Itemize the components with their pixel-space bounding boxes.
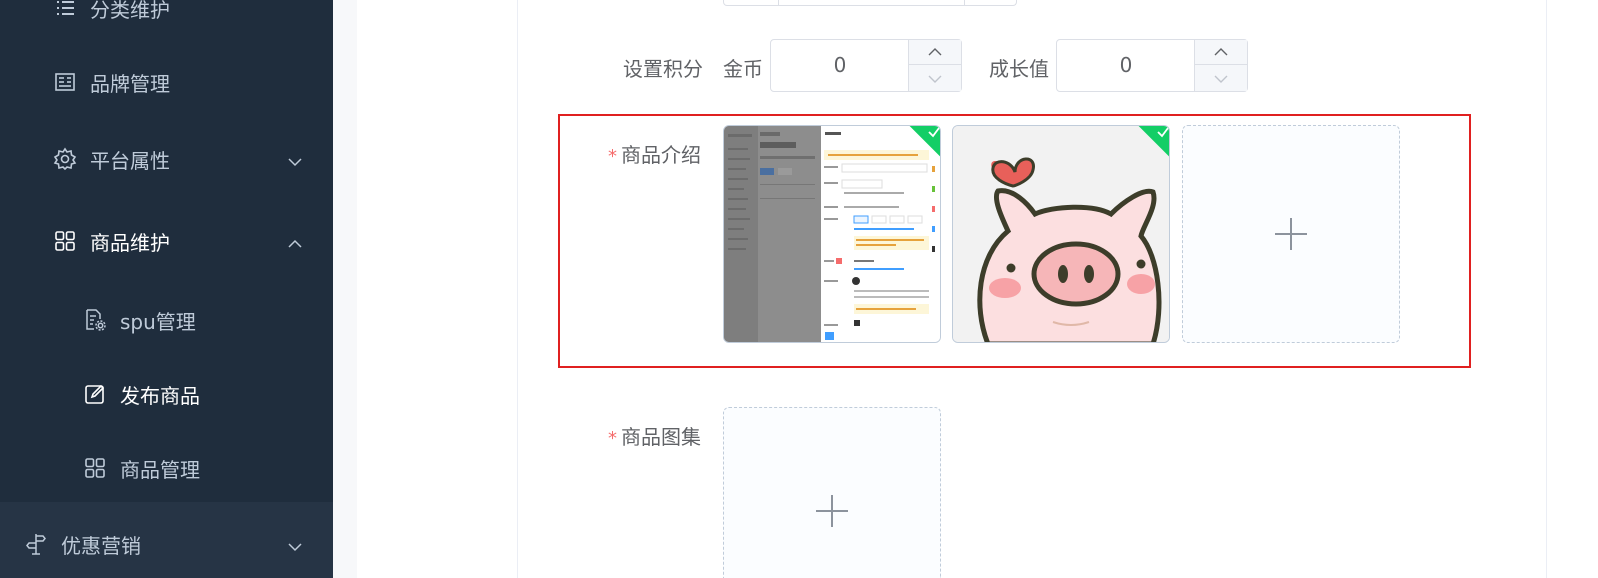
sidebar-item-spu[interactable]: spu管理	[0, 292, 333, 348]
gear-icon	[53, 147, 77, 171]
sidebar: 分类维护 品牌管理 平台属性 商品维护 spu管理 发布商品 商品管理 优惠营销	[0, 0, 333, 578]
edit-icon	[83, 382, 107, 406]
decrease-button[interactable]	[909, 66, 961, 91]
sidebar-item-label: 平台属性	[90, 148, 170, 173]
grid-icon	[53, 229, 77, 253]
doc-gear-icon	[83, 308, 107, 332]
uploaded-image-thumbnail[interactable]	[723, 125, 941, 343]
chevron-down-icon	[287, 151, 303, 167]
sidebar-item-platform-attr[interactable]: 平台属性	[0, 131, 333, 187]
sidebar-item-product-manage[interactable]: 商品管理	[0, 440, 333, 496]
increase-button[interactable]	[1195, 40, 1247, 65]
screenshot-image	[724, 126, 940, 342]
coin-value: 0	[833, 53, 847, 77]
intro-label: * 商品介绍	[608, 139, 701, 168]
sidebar-item-brand[interactable]: 品牌管理	[0, 54, 333, 110]
growth-value: 0	[1119, 53, 1133, 77]
gallery-label-text: 商品图集	[621, 425, 701, 449]
divider	[778, 0, 779, 6]
sidebar-item-label: 商品维护	[90, 230, 170, 255]
sidebar-item-publish[interactable]: 发布商品	[0, 366, 333, 422]
grid-icon	[83, 456, 107, 480]
sidebar-item-label: spu管理	[120, 309, 196, 334]
chevron-down-icon	[928, 75, 942, 83]
growth-input[interactable]: 0	[1056, 39, 1248, 92]
required-mark: *	[608, 428, 617, 449]
gallery-label: * 商品图集	[608, 421, 701, 450]
coin-stepper	[908, 40, 961, 91]
points-label: 设置积分	[623, 57, 703, 81]
gallery-upload-button[interactable]	[723, 407, 941, 578]
previous-input-fragment[interactable]	[723, 0, 1017, 6]
growth-label: 成长值	[989, 57, 1049, 81]
coin-label: 金币	[723, 57, 763, 81]
sidebar-item-category[interactable]: 分类维护	[0, 0, 333, 36]
brand-icon	[53, 70, 77, 94]
sidebar-item-label: 品牌管理	[90, 71, 170, 96]
chevron-up-icon	[1214, 48, 1228, 56]
divider	[964, 0, 965, 6]
sidebar-item-promotion[interactable]: 优惠营销	[0, 516, 333, 572]
growth-stepper	[1194, 40, 1247, 91]
chevron-down-icon	[1214, 75, 1228, 83]
chevron-up-icon	[928, 48, 942, 56]
decrease-button[interactable]	[1195, 66, 1247, 91]
plus-icon	[816, 495, 848, 527]
check-icon	[1157, 127, 1169, 138]
sidebar-item-product-maintenance[interactable]: 商品维护	[0, 213, 333, 269]
list-icon	[53, 0, 77, 20]
intro-label-text: 商品介绍	[621, 143, 701, 167]
check-icon	[928, 127, 940, 138]
intro-upload-button[interactable]	[1182, 125, 1400, 343]
pig-image	[953, 126, 1169, 342]
sidebar-item-label: 分类维护	[90, 0, 170, 22]
chevron-down-icon	[287, 536, 303, 552]
sidebar-item-label: 商品管理	[120, 457, 200, 482]
coin-input[interactable]: 0	[770, 39, 962, 92]
signpost-icon	[24, 532, 48, 556]
plus-icon	[1275, 218, 1307, 250]
sidebar-item-label: 优惠营销	[61, 533, 141, 558]
chevron-up-icon	[287, 233, 303, 249]
required-mark: *	[608, 146, 617, 167]
main-gutter	[333, 0, 357, 578]
increase-button[interactable]	[909, 40, 961, 65]
sidebar-item-label: 发布商品	[120, 383, 200, 408]
uploaded-image-thumbnail[interactable]	[952, 125, 1170, 343]
